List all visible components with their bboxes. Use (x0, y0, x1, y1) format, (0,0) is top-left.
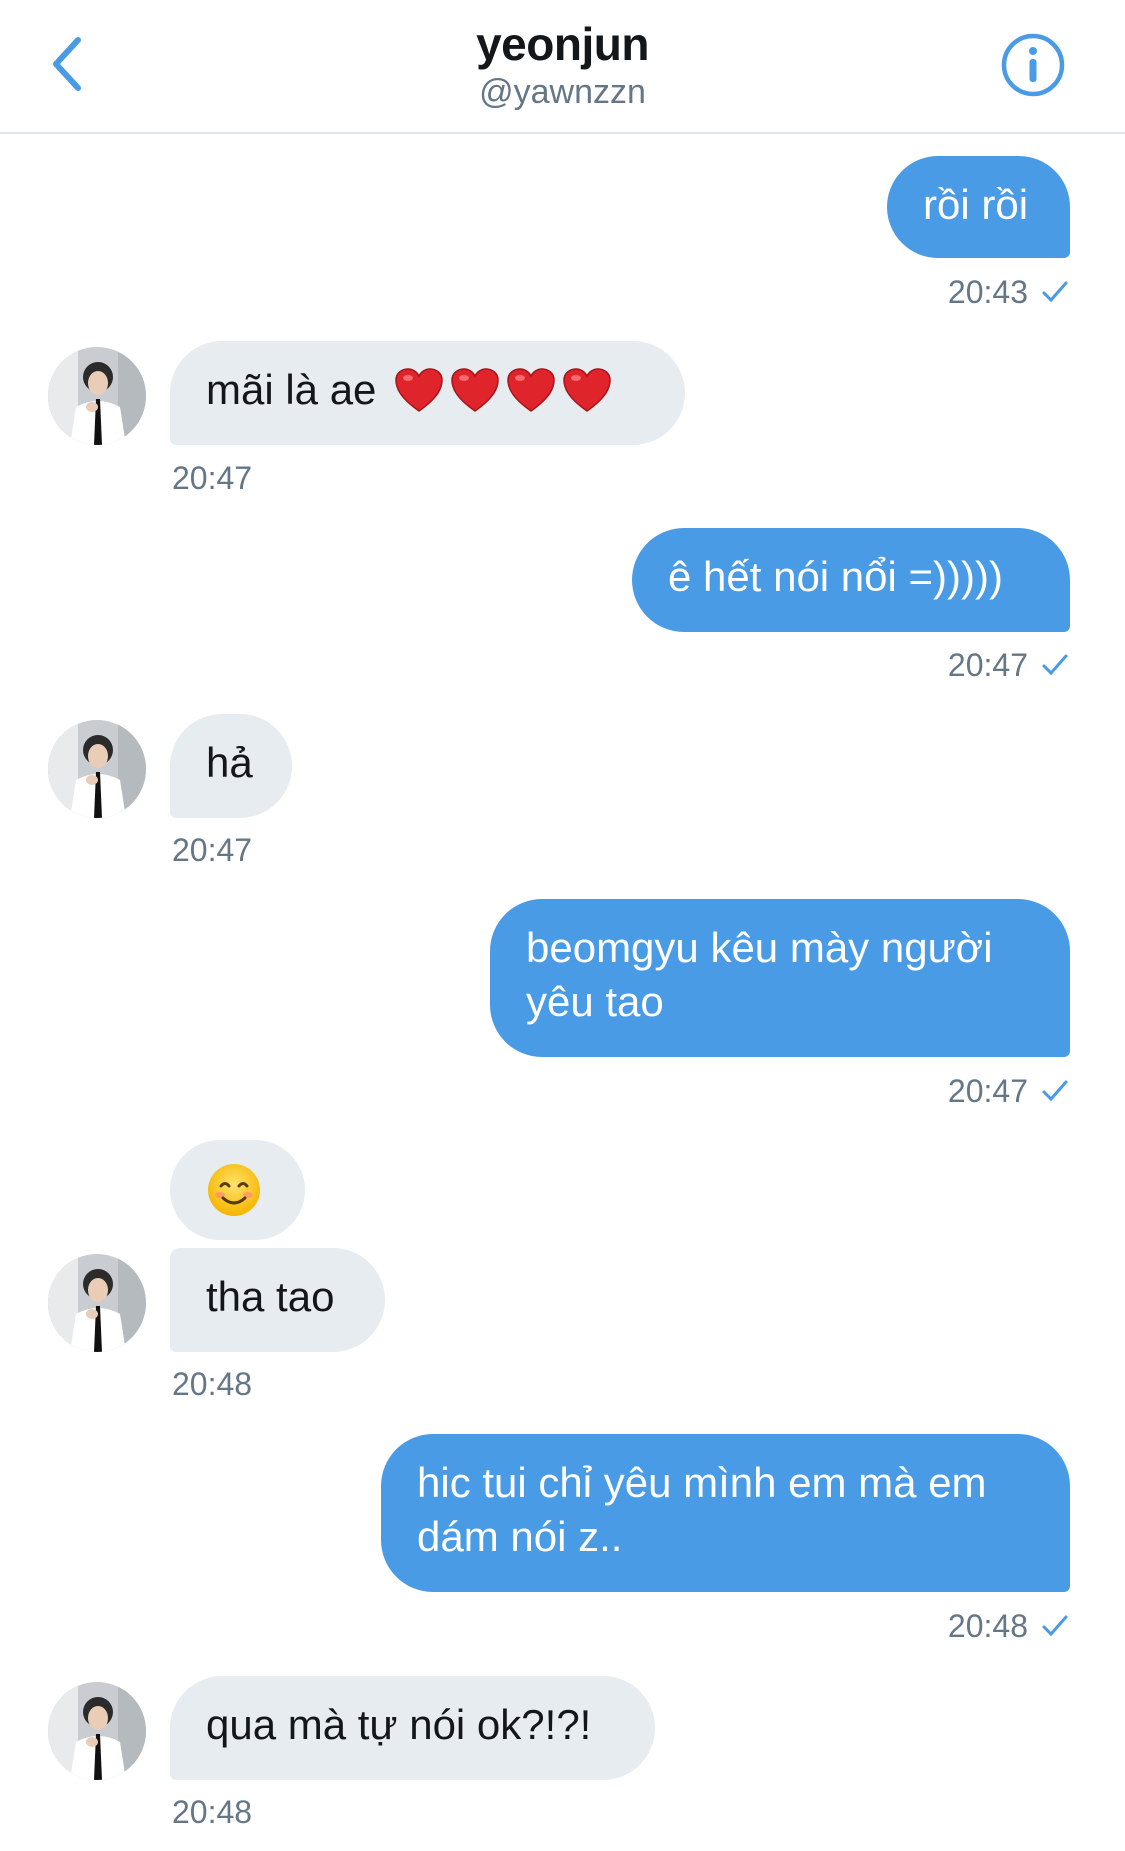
message-timestamp: 20:47 (172, 832, 253, 868)
avatar[interactable] (48, 720, 146, 818)
sent-check-icon (1042, 1080, 1068, 1102)
heart-emoji-icon (395, 368, 443, 412)
heart-emoji-icon (451, 368, 499, 412)
sent-check-icon (1042, 654, 1068, 676)
message-text: qua mà tự nói ok?!?! (206, 1701, 592, 1748)
message-timestamp: 20:43 (948, 272, 1070, 312)
message-bubble-incoming[interactable]: tha tao (170, 1248, 385, 1352)
contact-handle: @yawnzzn (479, 73, 646, 111)
message-bubble-incoming[interactable]: hả (170, 714, 292, 818)
avatar[interactable] (48, 1254, 146, 1352)
sent-check-icon (1042, 281, 1068, 303)
message-bubble-incoming-emoji[interactable] (170, 1140, 305, 1240)
message-bubble-outgoing[interactable]: rồi rồi (887, 156, 1070, 258)
message-timestamp: 20:47 (948, 1071, 1070, 1111)
message-bubble-incoming[interactable]: qua mà tự nói ok?!?! (170, 1676, 655, 1780)
conversation-header: yeonjun @yawnzzn (0, 0, 1125, 134)
message-text: tha tao (206, 1273, 335, 1320)
avatar[interactable] (48, 347, 146, 445)
smiling-face-emoji-icon (208, 1164, 260, 1216)
header-title-block[interactable]: yeonjun @yawnzzn (0, 16, 1125, 112)
message-text: hả (206, 739, 253, 786)
message-text: mãi là ae (206, 366, 377, 413)
message-bubble-outgoing[interactable]: hic tui chỉ yêu mình em mà em dám nói z.… (381, 1434, 1070, 1592)
avatar[interactable] (48, 1682, 146, 1780)
sent-check-icon (1042, 1615, 1068, 1637)
message-timestamp: 20:48 (948, 1606, 1070, 1646)
message-text: rồi rồi (923, 181, 1029, 228)
message-timestamp: 20:48 (172, 1794, 253, 1830)
message-bubble-incoming[interactable]: mãi là ae (170, 341, 685, 445)
info-button[interactable] (1000, 32, 1066, 98)
message-timestamp: 20:47 (948, 645, 1070, 685)
message-timestamp: 20:48 (172, 1366, 253, 1402)
message-bubble-outgoing[interactable]: beomgyu kêu mày người yêu tao (490, 899, 1070, 1057)
message-text-line: hic tui chỉ yêu mình em mà em (417, 1459, 987, 1506)
contact-name: yeonjun (476, 18, 649, 70)
heart-emoji-icon (507, 368, 555, 412)
message-text-line: beomgyu kêu mày người (526, 924, 993, 971)
message-text-line: dám nói z.. (417, 1513, 623, 1560)
message-bubble-outgoing[interactable]: ê hết nói nổi =))))) (632, 528, 1070, 632)
message-timestamp: 20:47 (172, 460, 253, 496)
heart-emoji-group (388, 366, 612, 413)
heart-emoji-icon (563, 368, 611, 412)
message-text: ê hết nói nổi =))))) (668, 553, 1003, 600)
info-icon (1001, 33, 1065, 97)
message-text-line: yêu tao (526, 978, 664, 1025)
